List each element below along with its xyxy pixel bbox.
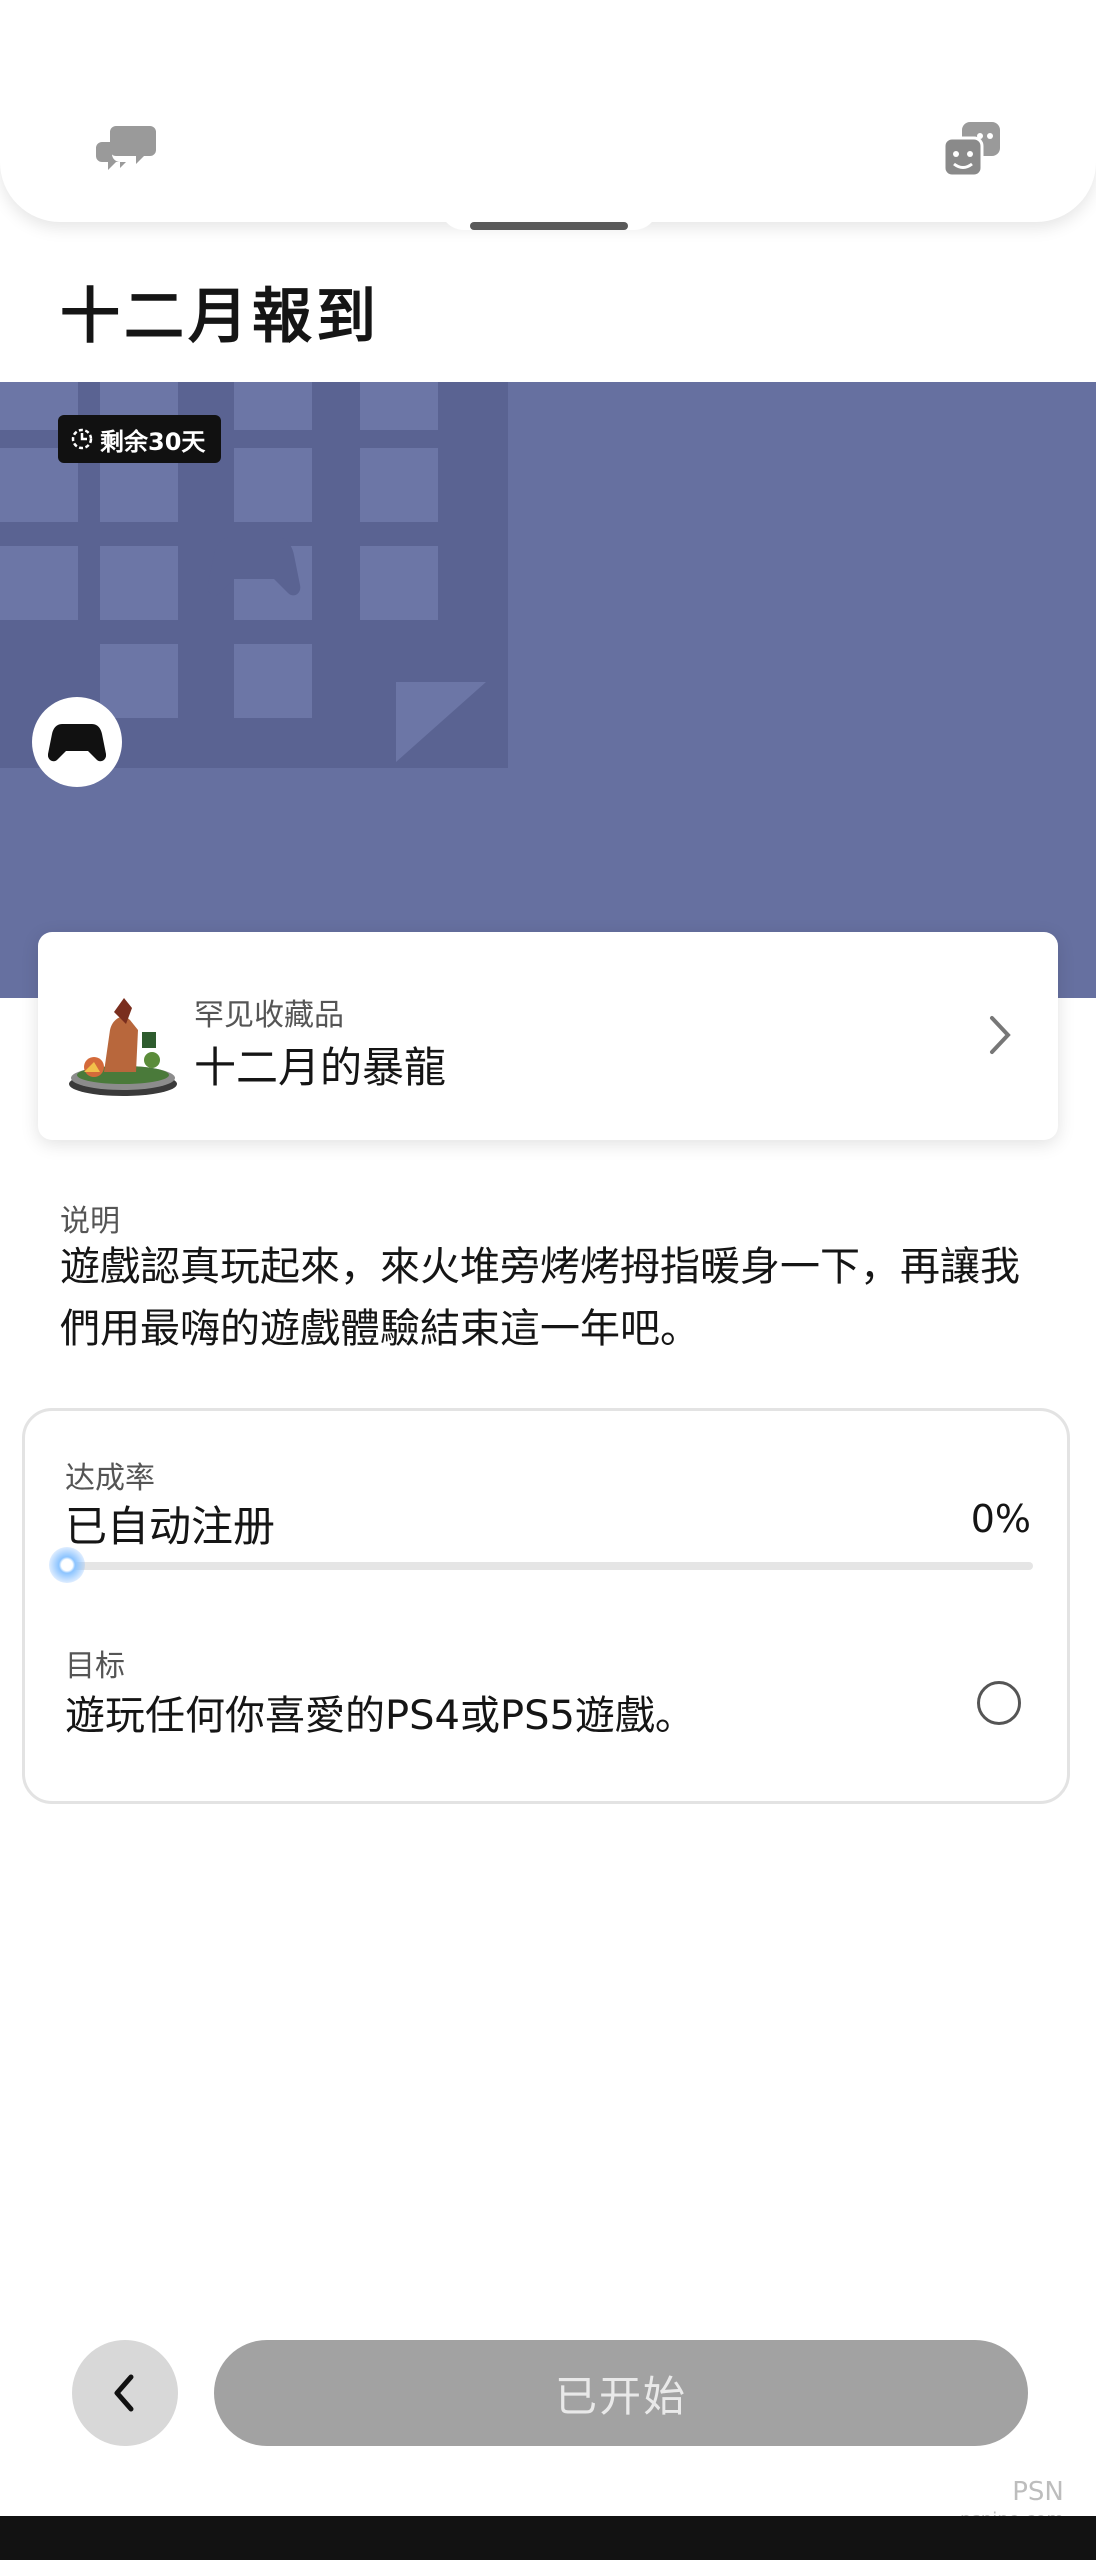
collectible-thumbnail (69, 998, 177, 1096)
collectible-name: 十二月的暴龍 (194, 1043, 447, 1092)
sheet-handle[interactable] (470, 222, 628, 230)
collectible-category: 罕见收藏品 (194, 998, 344, 1033)
gamepad-icon (48, 724, 106, 762)
chat-bubbles-icon[interactable] (96, 118, 160, 182)
masks-icon[interactable] (940, 118, 1004, 182)
progress-indicator (49, 1547, 85, 1583)
calendar-pattern (0, 382, 508, 768)
goal-label: 目标 (65, 1649, 125, 1684)
back-button[interactable] (72, 2340, 178, 2446)
watermark-brand: PSN (1012, 2477, 1064, 2507)
description-label: 说明 (60, 1204, 120, 1239)
bottom-strip (0, 2516, 1096, 2560)
time-remaining-badge: 剩余30天 (58, 415, 222, 463)
goal-status-circle (977, 1681, 1021, 1725)
started-button[interactable]: 已开始 (214, 2340, 1028, 2446)
top-bar (0, 0, 1096, 222)
goal-text: 遊玩任何你喜愛的PS4或PS5遊戲。 (65, 1693, 695, 1739)
completion-rate-value: 0% (970, 1497, 1031, 1541)
timer-icon (71, 428, 93, 450)
chevron-left-icon (114, 2374, 134, 2412)
page-title: 十二月報到 (60, 282, 380, 352)
progress-panel: 达成率 已自动注册 0% 目标 遊玩任何你喜愛的PS4或PS5遊戲。 (22, 1408, 1070, 1804)
gamepad-badge (32, 697, 122, 787)
chevron-right-icon (990, 1016, 1011, 1054)
hero-banner (0, 382, 1096, 998)
description-text: 遊戲認真玩起來，來火堆旁烤烤拇指暖身一下，再讓我們用最嗨的遊戲體驗結束這一年吧。 (60, 1244, 1020, 1352)
completion-rate-label: 达成率 (65, 1461, 155, 1496)
badge-label: 剩余30天 (100, 427, 206, 456)
collectible-card[interactable]: 罕见收藏品 十二月的暴龍 (38, 932, 1058, 1140)
progress-track (67, 1562, 1033, 1570)
enrollment-status: 已自动注册 (65, 1502, 276, 1551)
